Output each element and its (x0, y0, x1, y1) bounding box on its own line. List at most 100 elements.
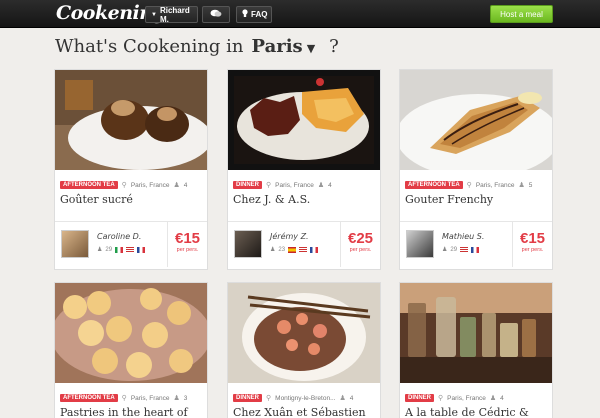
faq-button[interactable]: FAQ (236, 6, 272, 23)
guests-icon: ♟ (489, 395, 497, 402)
chevron-down-icon[interactable]: ▼ (307, 42, 315, 55)
meal-type-badge: Dinner (233, 181, 263, 189)
meal-location: Montigny-le-Breton... (275, 394, 336, 402)
location-pin-icon: ⚲ (121, 182, 127, 189)
host-stats: ♟ 29 (97, 246, 146, 253)
us-flag-icon (299, 246, 308, 253)
location-pin-icon: ⚲ (466, 182, 472, 189)
meal-title[interactable]: Chez J. & A.S. (233, 193, 310, 206)
guests-icon: ♟ (173, 395, 180, 402)
meal-title[interactable]: Pastries in the heart of (60, 406, 188, 418)
italy-flag-icon (115, 246, 124, 253)
meal-meta: Afternoon tea ⚲ Paris, France ♟ 5 (405, 180, 532, 190)
host-name[interactable]: Caroline D. (97, 232, 141, 241)
meal-photo[interactable] (400, 70, 552, 178)
avatar[interactable] (61, 230, 89, 258)
meal-price: €15 (174, 230, 201, 247)
avatar[interactable] (234, 230, 262, 258)
meal-location: Paris, France (130, 394, 170, 402)
meal-guests: 4 (328, 181, 332, 189)
meal-photo[interactable] (228, 70, 380, 170)
location-pin-icon: ⚲ (121, 395, 127, 402)
meal-meta: Dinner ⚲ Paris, France ♟ 4 (233, 180, 332, 190)
guests-icon: ♟ (97, 247, 103, 253)
host-name[interactable]: Mathieu S. (442, 232, 484, 241)
guests-icon: ♟ (173, 182, 180, 189)
meal-card[interactable]: Dinner ⚲ Montigny-le-Breton... ♟ 4 Chez … (227, 282, 381, 418)
us-flag-icon (460, 246, 469, 253)
meal-photo[interactable] (55, 283, 207, 383)
meal-price: €15 (519, 230, 546, 247)
guests-icon: ♟ (339, 395, 346, 402)
meal-photo[interactable] (400, 283, 552, 383)
meal-guests: 4 (349, 394, 354, 402)
price-box: €15 per pers. (512, 222, 552, 267)
price-unit: per pers. (349, 247, 372, 253)
user-menu-button[interactable]: ▼ Richard M. (145, 5, 198, 24)
meal-title[interactable]: Goûter sucré (60, 193, 133, 206)
host-review-count: 29 (450, 246, 458, 253)
meal-type-badge: Dinner (405, 394, 435, 402)
host-a-meal-button[interactable]: Host a meal (490, 5, 553, 23)
lightbulb-icon (242, 9, 248, 20)
chat-bubble-icon (210, 9, 222, 20)
meal-guests: 5 (528, 181, 533, 189)
price-box: €15 per pers. (167, 222, 207, 267)
meal-title[interactable]: Chez Xuân et Sébastien (233, 406, 366, 418)
meal-type-badge: Afternoon tea (60, 394, 118, 402)
meal-location: Paris, France (475, 181, 515, 189)
page-title-suffix: ? (329, 36, 339, 57)
chevron-down-icon: ▼ (151, 11, 157, 18)
meal-photo[interactable] (228, 283, 380, 383)
messages-button[interactable] (202, 6, 230, 23)
meal-title[interactable]: A la table de Cédric & (405, 406, 529, 418)
guests-icon: ♟ (518, 182, 525, 189)
host-review-count: 29 (105, 246, 113, 253)
guests-icon: ♟ (317, 182, 325, 189)
page-title: What's Cookening in Paris ▼ ? (55, 36, 339, 62)
meal-type-badge: Dinner (233, 394, 263, 402)
price-unit: per pers. (176, 247, 199, 253)
page-title-prefix: What's Cookening in (55, 36, 244, 57)
host-info[interactable]: Jérémy Z. ♟ 23 (228, 222, 340, 267)
france-flag-icon (310, 246, 319, 253)
host-name[interactable]: Jérémy Z. (270, 232, 309, 241)
host-review-count: 23 (278, 246, 286, 253)
meal-meta: Dinner ⚲ Montigny-le-Breton... ♟ 4 (233, 393, 353, 403)
meal-title[interactable]: Gouter Frenchy (405, 193, 493, 206)
meal-card[interactable]: Afternoon tea ⚲ Paris, France ♟ 4 Goûter… (54, 69, 208, 270)
price-box: €25 per pers. (340, 222, 380, 267)
host-stats: ♟ 23 (270, 246, 319, 253)
meal-location: Paris, France (447, 394, 486, 402)
location-pin-icon: ⚲ (266, 395, 272, 402)
meal-location: Paris, France (130, 181, 170, 189)
spain-flag-icon (288, 246, 297, 253)
meal-photo[interactable] (55, 70, 207, 170)
city-selector[interactable]: Paris (252, 36, 303, 57)
guests-icon: ♟ (442, 247, 448, 253)
avatar[interactable] (406, 230, 434, 258)
france-flag-icon (137, 246, 146, 253)
user-menu-label: Richard M. (159, 5, 190, 24)
meal-card[interactable]: Dinner ⚲ Paris, France ♟ 4 Chez J. & A.S… (227, 69, 381, 270)
meal-type-badge: Afternoon tea (405, 181, 463, 189)
location-pin-icon: ⚲ (438, 395, 444, 402)
meal-guests: 4 (500, 394, 504, 402)
top-navigation-bar: Cookening ▼ Richard M. FAQ Host a meal (0, 0, 600, 28)
meal-price: €25 (347, 230, 374, 247)
meal-card[interactable]: Afternoon tea ⚲ Paris, France ♟ 5 Gouter… (399, 69, 553, 270)
faq-label: FAQ (251, 10, 268, 19)
meal-guests: 3 (183, 394, 188, 402)
host-info[interactable]: Mathieu S. ♟ 29 (400, 222, 512, 267)
host-info[interactable]: Caroline D. ♟ 29 (55, 222, 167, 267)
us-flag-icon (126, 246, 135, 253)
meal-meta: Afternoon tea ⚲ Paris, France ♟ 4 (60, 180, 187, 190)
meal-location: Paris, France (275, 181, 314, 189)
meal-meta: Dinner ⚲ Paris, France ♟ 4 (405, 393, 504, 403)
price-unit: per pers. (521, 247, 544, 253)
host-stats: ♟ 29 (442, 246, 480, 253)
location-pin-icon: ⚲ (266, 182, 272, 189)
meal-card[interactable]: Afternoon tea ⚲ Paris, France ♟ 3 Pastri… (54, 282, 208, 418)
meal-card[interactable]: Dinner ⚲ Paris, France ♟ 4 A la table de… (399, 282, 553, 418)
france-flag-icon (471, 246, 480, 253)
